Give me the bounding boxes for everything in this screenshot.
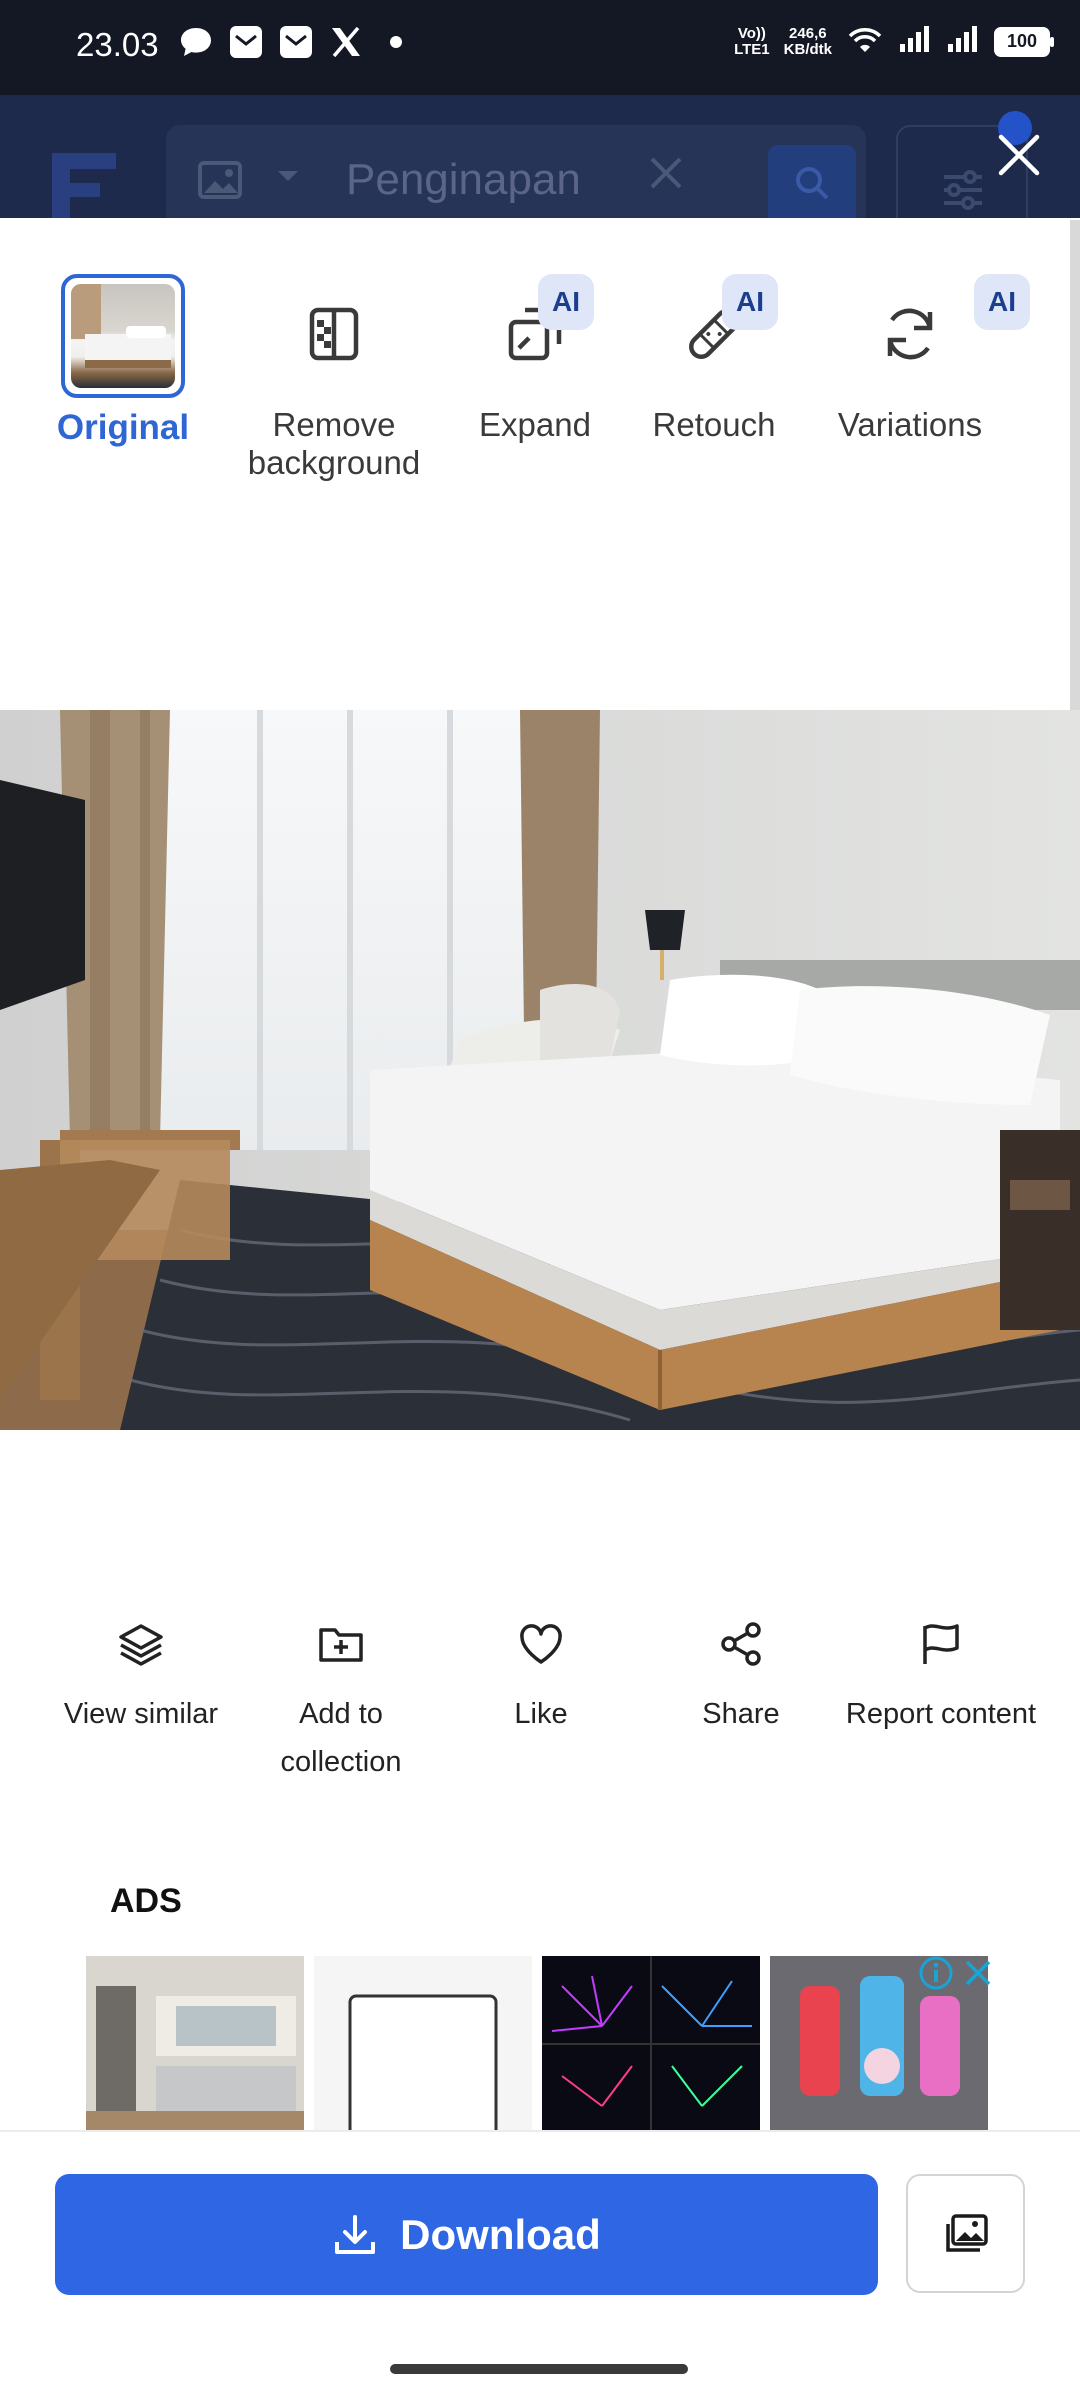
report-content-button[interactable]: Report content xyxy=(841,1620,1041,1738)
close-icon[interactable] xyxy=(992,128,1046,182)
sliders-icon xyxy=(944,170,982,210)
scrollbar[interactable] xyxy=(1070,220,1080,710)
tool-variations[interactable]: Variations AI xyxy=(824,274,1030,444)
ad-item[interactable] xyxy=(314,1956,532,2131)
bottom-action-bar: Download xyxy=(0,2130,1080,2402)
tool-label: Original xyxy=(56,408,190,447)
download-label: Download xyxy=(400,2210,601,2258)
ad-close-icon[interactable] xyxy=(960,1955,996,1991)
share-icon xyxy=(717,1620,765,1668)
ads-carousel[interactable] xyxy=(86,1956,996,2131)
search-bar[interactable]: Penginapan xyxy=(166,125,866,218)
folder-plus-icon xyxy=(317,1620,365,1668)
ad-item[interactable] xyxy=(770,1956,988,2131)
signal-icon xyxy=(946,24,980,59)
x-logo-icon xyxy=(328,24,364,60)
ads-label: ADS xyxy=(110,1882,182,1920)
gallery-icon xyxy=(945,2213,988,2252)
logo-icon xyxy=(52,153,116,218)
image-actions-row: View similar Add to collection Like Shar… xyxy=(0,1620,1080,1800)
chat-bubble-icon xyxy=(178,24,214,60)
image-gallery-button[interactable] xyxy=(906,2174,1025,2293)
chevron-down-icon[interactable] xyxy=(276,169,300,188)
tool-retouch[interactable]: Retouch AI xyxy=(638,274,790,444)
status-bar: 23.03 Vo)) LTE1 246,6 KB/dtk 100 xyxy=(0,0,1080,95)
tool-label: Retouch xyxy=(652,406,776,443)
wifi-icon xyxy=(846,24,884,59)
search-button[interactable] xyxy=(768,145,856,218)
clear-search-icon[interactable] xyxy=(646,153,686,198)
mail-icon xyxy=(278,24,314,60)
tool-original[interactable]: Original xyxy=(52,274,194,448)
ai-badge: AI xyxy=(538,274,594,330)
home-indicator[interactable] xyxy=(390,2364,688,2374)
tool-label: Expand xyxy=(479,406,591,443)
network-speed: 246,6 KB/dtk xyxy=(783,24,832,58)
app-header: Penginapan xyxy=(0,95,1080,220)
heart-icon xyxy=(517,1620,565,1668)
mail-icon xyxy=(228,24,264,60)
ad-item[interactable] xyxy=(542,1956,760,2131)
search-icon xyxy=(796,167,829,200)
flag-icon xyxy=(917,1620,965,1668)
ai-badge: AI xyxy=(722,274,778,330)
tool-label: Variations xyxy=(837,406,983,443)
ai-badge: AI xyxy=(974,274,1030,330)
hotel-room-photo[interactable] xyxy=(0,710,1080,1430)
tool-expand[interactable]: Expand AI xyxy=(460,274,610,444)
view-similar-button[interactable]: View similar xyxy=(41,1620,241,1738)
image-search-icon[interactable] xyxy=(198,161,242,204)
original-thumbnail[interactable] xyxy=(61,274,185,398)
remove-background-icon xyxy=(302,302,366,366)
ad-info-icon[interactable] xyxy=(918,1955,954,1991)
volte-indicator: Vo)) LTE1 xyxy=(734,24,770,58)
signal-icon xyxy=(898,24,932,59)
status-time: 23.03 xyxy=(76,26,159,63)
tool-remove-background[interactable]: Remove background xyxy=(234,302,434,482)
dot-icon xyxy=(378,24,414,60)
variations-refresh-icon xyxy=(878,302,942,366)
search-input[interactable]: Penginapan xyxy=(346,155,581,205)
add-to-collection-button[interactable]: Add to collection xyxy=(241,1620,441,1786)
download-button[interactable]: Download xyxy=(55,2174,878,2295)
notification-icons xyxy=(178,24,414,60)
edit-tools-row: Original Remove background Expand AI Ret… xyxy=(0,274,1070,514)
download-icon xyxy=(335,2214,376,2254)
layers-icon xyxy=(117,1620,165,1668)
like-button[interactable]: Like xyxy=(441,1620,641,1738)
ad-item[interactable] xyxy=(86,1956,304,2131)
battery-indicator: 100 xyxy=(994,26,1054,57)
status-right-icons: Vo)) LTE1 246,6 KB/dtk 100 xyxy=(734,24,1054,59)
tool-label: Remove background xyxy=(247,406,421,481)
share-button[interactable]: Share xyxy=(641,1620,841,1738)
